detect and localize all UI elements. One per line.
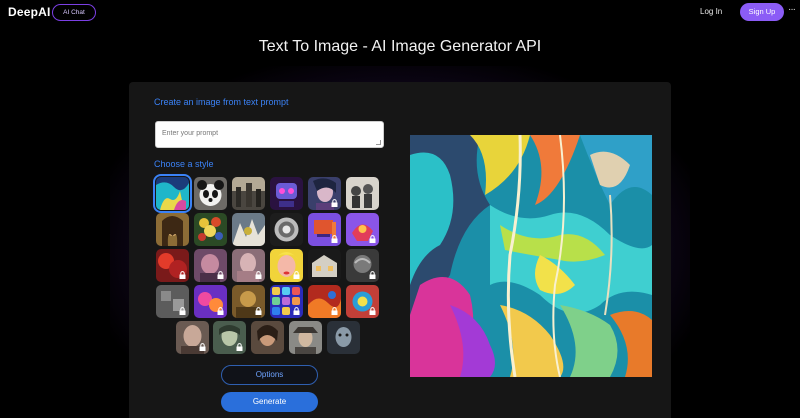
lock-icon <box>217 271 224 279</box>
style-tile[interactable] <box>232 177 265 210</box>
lock-icon <box>255 307 262 315</box>
style-tile[interactable] <box>308 285 341 318</box>
style-tile[interactable] <box>270 177 303 210</box>
style-tile[interactable] <box>232 249 265 282</box>
style-tile[interactable] <box>308 213 341 246</box>
style-heading: Choose a style <box>154 159 214 169</box>
style-tile[interactable] <box>346 285 379 318</box>
style-tile[interactable] <box>232 285 265 318</box>
lock-icon <box>179 307 186 315</box>
resize-grip-icon[interactable] <box>376 140 381 145</box>
style-tile[interactable] <box>213 321 246 354</box>
lock-icon <box>331 199 338 207</box>
top-navigation: DeepAI AI Chat Log In Sign Up ··· <box>0 0 800 28</box>
more-dots-icon[interactable]: ··· <box>788 4 796 15</box>
style-tile[interactable] <box>194 177 227 210</box>
style-tile[interactable] <box>308 177 341 210</box>
lock-icon <box>255 271 262 279</box>
lock-icon <box>331 235 338 243</box>
style-tile[interactable] <box>327 321 360 354</box>
signup-button[interactable]: Sign Up <box>740 3 784 21</box>
create-heading: Create an image from text prompt <box>154 97 289 107</box>
style-tile[interactable] <box>156 249 189 282</box>
style-tile[interactable] <box>153 174 192 213</box>
generated-image <box>410 135 652 377</box>
page-title: Text To Image - AI Image Generator API <box>258 38 542 55</box>
style-tile[interactable] <box>194 285 227 318</box>
generate-button[interactable]: Generate <box>221 392 318 412</box>
style-tile[interactable] <box>156 285 189 318</box>
lock-icon <box>331 307 338 315</box>
ai-chat-button[interactable]: AI Chat <box>52 4 96 21</box>
prompt-field[interactable] <box>155 121 384 151</box>
style-tile[interactable] <box>346 249 379 282</box>
lock-icon <box>369 307 376 315</box>
style-tile[interactable] <box>270 249 303 282</box>
style-tile[interactable] <box>308 249 341 282</box>
style-tile[interactable] <box>194 213 227 246</box>
lock-icon <box>369 271 376 279</box>
style-tile[interactable] <box>156 213 189 246</box>
lock-icon <box>217 307 224 315</box>
login-link[interactable]: Log In <box>700 7 722 16</box>
style-tile[interactable] <box>270 285 303 318</box>
style-tile[interactable] <box>270 213 303 246</box>
lock-icon <box>179 271 186 279</box>
style-tile[interactable] <box>346 213 379 246</box>
style-tile[interactable] <box>289 321 322 354</box>
deepai-logo[interactable]: DeepAI <box>8 5 51 19</box>
lock-icon <box>369 235 376 243</box>
prompt-input[interactable] <box>156 125 383 151</box>
style-tile[interactable] <box>232 213 265 246</box>
lock-icon <box>236 343 243 351</box>
style-tile[interactable] <box>194 249 227 282</box>
style-tile[interactable] <box>251 321 284 354</box>
lock-icon <box>199 343 206 351</box>
lock-icon <box>293 271 300 279</box>
options-button[interactable]: Options <box>221 365 318 385</box>
style-tile[interactable] <box>176 321 209 354</box>
lock-icon <box>293 307 300 315</box>
style-tile[interactable] <box>346 177 379 210</box>
